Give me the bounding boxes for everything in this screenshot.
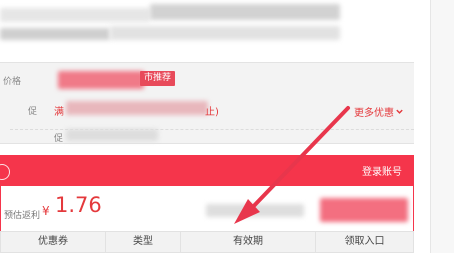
col-type: 类型 bbox=[106, 232, 181, 252]
more-offers-label: 更多优惠 bbox=[354, 108, 394, 119]
more-offers-link[interactable]: 更多优惠 bbox=[354, 104, 404, 119]
login-account-link[interactable]: 登录账号 bbox=[362, 163, 402, 178]
chevron-down-icon bbox=[396, 109, 403, 114]
promo-detail-end: 止) bbox=[205, 107, 219, 118]
col-get-entry: 领取入口 bbox=[344, 236, 385, 247]
blurred-coupon-pink bbox=[320, 198, 408, 222]
page-scroll-rail bbox=[430, 0, 454, 253]
blurred-title-line-2 bbox=[0, 28, 110, 40]
blurred-title-line-1b bbox=[150, 4, 340, 20]
blurred-title-line-2b bbox=[110, 26, 340, 40]
blurred-coupon-grey bbox=[206, 204, 304, 217]
product-detail-panel: 价格 市推荐 促 满 止) 更多优惠 促 登录账号 预估返利 ¥ 1.76 优惠… bbox=[0, 0, 430, 253]
blurred-promo-sub bbox=[66, 129, 158, 141]
currency-symbol: ¥ bbox=[42, 204, 50, 218]
col-coupon: 优惠券 bbox=[1, 232, 106, 252]
price-label: 价格 bbox=[3, 77, 22, 87]
col-validity: 有效期 bbox=[181, 232, 316, 252]
coupon-header-bar: 登录账号 bbox=[0, 155, 414, 186]
blurred-title-line-1 bbox=[0, 8, 150, 22]
rebate-price-label: 预估返利 bbox=[4, 211, 41, 221]
rebate-price: 1.76 bbox=[55, 193, 102, 217]
blurred-promo-detail bbox=[66, 101, 208, 115]
coupon-table-header: 优惠券 类型 有效期 领取入口 bbox=[0, 231, 414, 253]
full-reduction-prefix: 满 bbox=[54, 107, 64, 118]
promotion-label: 促 bbox=[28, 107, 38, 117]
coupon-badge-icon bbox=[0, 164, 10, 180]
dashed-divider bbox=[10, 129, 414, 130]
promotion-sub-label: 促 bbox=[54, 134, 64, 144]
promo-tag[interactable]: 市推荐 bbox=[140, 71, 176, 86]
blurred-price bbox=[58, 71, 144, 89]
